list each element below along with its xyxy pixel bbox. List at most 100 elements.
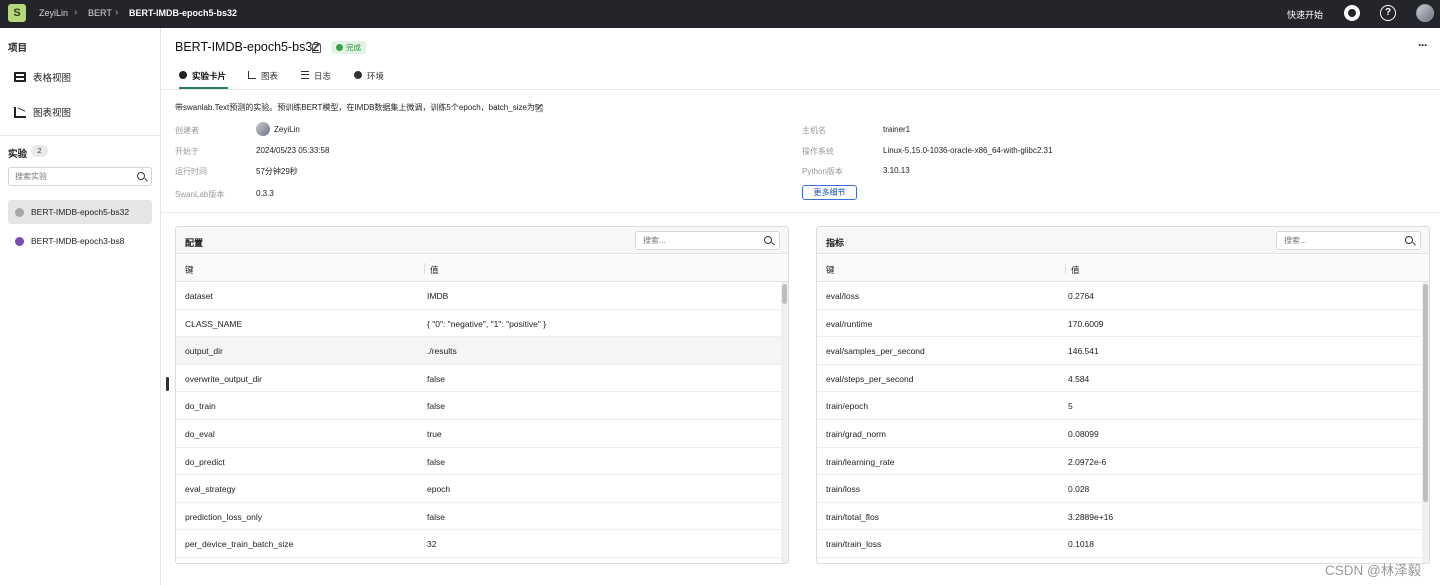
panel-title: 配置 — [185, 238, 204, 248]
row-key: prediction_loss_only — [185, 511, 263, 522]
breadcrumb-project[interactable]: BERT — [88, 8, 112, 18]
row-value: 4.584 — [1068, 373, 1090, 384]
sidebar-item-table-view[interactable]: 表格视图 — [14, 70, 71, 84]
row-key: eval_strategy — [185, 484, 236, 495]
search-icon[interactable] — [1405, 236, 1413, 244]
scrollbar-thumb[interactable] — [782, 284, 787, 304]
config-search — [635, 231, 780, 250]
table-row[interactable]: train/total_flos 3.2889e+16 — [817, 503, 1422, 531]
experiment-color-dot — [15, 207, 24, 217]
column-header-key[interactable]: 键 — [185, 264, 194, 276]
user-avatar[interactable] — [1416, 4, 1434, 22]
experiment-item-epoch5-bs32[interactable]: BERT-IMDB-epoch5-bs32 — [8, 200, 152, 224]
experiment-item-epoch3-bs8[interactable]: BERT-IMDB-epoch3-bs8 — [8, 229, 152, 253]
info-icon — [354, 70, 362, 79]
divider — [161, 212, 1440, 213]
page-title: BERT-IMDB-epoch5-bs32 — [175, 40, 320, 54]
config-search-input[interactable] — [636, 232, 756, 249]
table-row[interactable]: output_dir ./results — [176, 337, 781, 365]
sidebar-item-label: 图表视图 — [33, 108, 72, 119]
status-label: 完成 — [346, 43, 361, 52]
experiments-count-badge: 2 — [31, 145, 48, 157]
search-icon[interactable] — [764, 236, 772, 244]
tab-charts[interactable]: 图表 — [248, 70, 278, 89]
config-panel: 配置 键 值 dataset IMDB CLASS_NAME { "0": "neg… — [175, 226, 789, 564]
table-row[interactable]: per_device_train_batch_size 32 — [176, 530, 781, 558]
config-scrollbar[interactable] — [781, 282, 788, 563]
table-row[interactable]: CLASS_NAME { "0": "negative", "1": "posit… — [176, 310, 781, 338]
row-value: { "0": "negative", "1": "positive" } — [427, 318, 547, 329]
metrics-search — [1276, 231, 1421, 250]
table-row[interactable]: dataset IMDB — [176, 282, 781, 310]
table-row[interactable]: overwrite_output_dir false — [176, 365, 781, 393]
table-row[interactable]: do_train false — [176, 392, 781, 420]
row-key: eval/steps_per_second — [826, 373, 914, 384]
row-value: false — [427, 401, 445, 412]
table-row[interactable]: train/train_loss 0.1018 — [817, 530, 1422, 558]
row-key: eval/loss — [826, 291, 860, 301]
scrollbar-thumb[interactable] — [1423, 284, 1428, 502]
metrics-panel: 指标 键 值 eval/loss 0.2764 eval/runtime 170.6… — [816, 226, 1430, 564]
edit-description-icon[interactable] — [535, 104, 544, 113]
row-key: train/train_loss — [826, 539, 882, 550]
row-key: train/epoch — [826, 401, 869, 412]
table-row[interactable]: do_predict false — [176, 448, 781, 476]
row-key: train/learning_rate — [826, 456, 895, 467]
table-row[interactable]: prediction_loss_only false — [176, 503, 781, 531]
metrics-search-input[interactable] — [1277, 232, 1397, 249]
search-icon[interactable] — [137, 172, 145, 180]
metrics-scrollbar[interactable] — [1422, 282, 1429, 563]
table-row[interactable]: eval/runtime 170.6009 — [817, 310, 1422, 338]
table-row[interactable]: do_eval true — [176, 420, 781, 448]
table-row[interactable]: train/loss 0.028 — [817, 475, 1422, 503]
edit-title-icon[interactable] — [312, 44, 321, 53]
sidebar: 项目 表格视图 图表视图 实验 2 BERT-IMDB-epoch5-bs32 … — [0, 28, 161, 585]
experiments-title: 实验 — [8, 149, 28, 160]
swanlab-logo[interactable]: S — [8, 4, 26, 22]
check-circle-icon — [336, 44, 343, 51]
column-header-key[interactable]: 键 — [826, 264, 835, 276]
table-row[interactable]: train/grad_norm 0.08099 — [817, 420, 1422, 448]
meta-value-creator: ZeyiLin — [274, 125, 300, 134]
experiment-color-dot — [15, 236, 24, 246]
tab-experiment-card[interactable]: 实验卡片 — [179, 70, 228, 89]
row-key: eval/runtime — [826, 318, 873, 329]
experiment-description: 带swanlab.Text预测的实验。预训练BERT模型，在IMDB数据集上微调… — [175, 103, 548, 112]
column-separator[interactable] — [1065, 263, 1066, 274]
column-header-value[interactable]: 值 — [1071, 264, 1080, 276]
tab-environment[interactable]: 环境 — [354, 70, 384, 89]
meta-value-runtime: 57分钟29秒 — [256, 167, 298, 176]
github-icon[interactable] — [1344, 5, 1360, 21]
row-key: CLASS_NAME — [185, 318, 243, 329]
table-header: 键 值 — [817, 255, 1429, 282]
table-row[interactable]: eval_strategy epoch — [176, 475, 781, 503]
chart-icon — [248, 70, 256, 79]
sidebar-item-chart-view[interactable]: 图表视图 — [14, 105, 71, 119]
row-key: train/loss — [826, 484, 861, 495]
row-key: train/grad_norm — [826, 429, 887, 439]
table-row[interactable]: train/epoch 5 — [817, 392, 1422, 420]
table-row[interactable]: train/learning_rate 2.0972e-6 — [817, 448, 1422, 476]
quick-start-link[interactable]: 快速开始 — [1287, 8, 1323, 21]
table-row[interactable]: eval/samples_per_second 146.541 — [817, 337, 1422, 365]
more-details-button[interactable]: 更多细节 — [802, 185, 857, 200]
row-key: do_train — [185, 401, 216, 412]
panel-title: 指标 — [826, 238, 845, 248]
table-row[interactable]: eval/loss 0.2764 — [817, 282, 1422, 310]
column-header-value[interactable]: 值 — [430, 264, 439, 276]
experiment-search — [8, 167, 152, 186]
sidebar-resize-handle[interactable] — [166, 377, 169, 391]
table-row[interactable]: eval/steps_per_second 4.584 — [817, 365, 1422, 393]
tab-logs[interactable]: 日志 — [301, 70, 331, 89]
tab-bar: 实验卡片 图表 日志 环境 — [161, 65, 1440, 90]
status-badge: 完成 — [331, 41, 366, 54]
row-key: output_dir — [185, 346, 223, 357]
more-options-icon[interactable]: ··· — [1418, 38, 1428, 52]
row-value: epoch — [427, 484, 451, 495]
help-icon[interactable]: ? — [1380, 5, 1396, 21]
row-value: 0.2764 — [1068, 291, 1094, 301]
experiment-search-input[interactable] — [9, 168, 129, 185]
row-value: 32 — [427, 539, 437, 550]
breadcrumb-user[interactable]: ZeyiLin — [39, 8, 68, 18]
column-separator[interactable] — [424, 263, 425, 274]
